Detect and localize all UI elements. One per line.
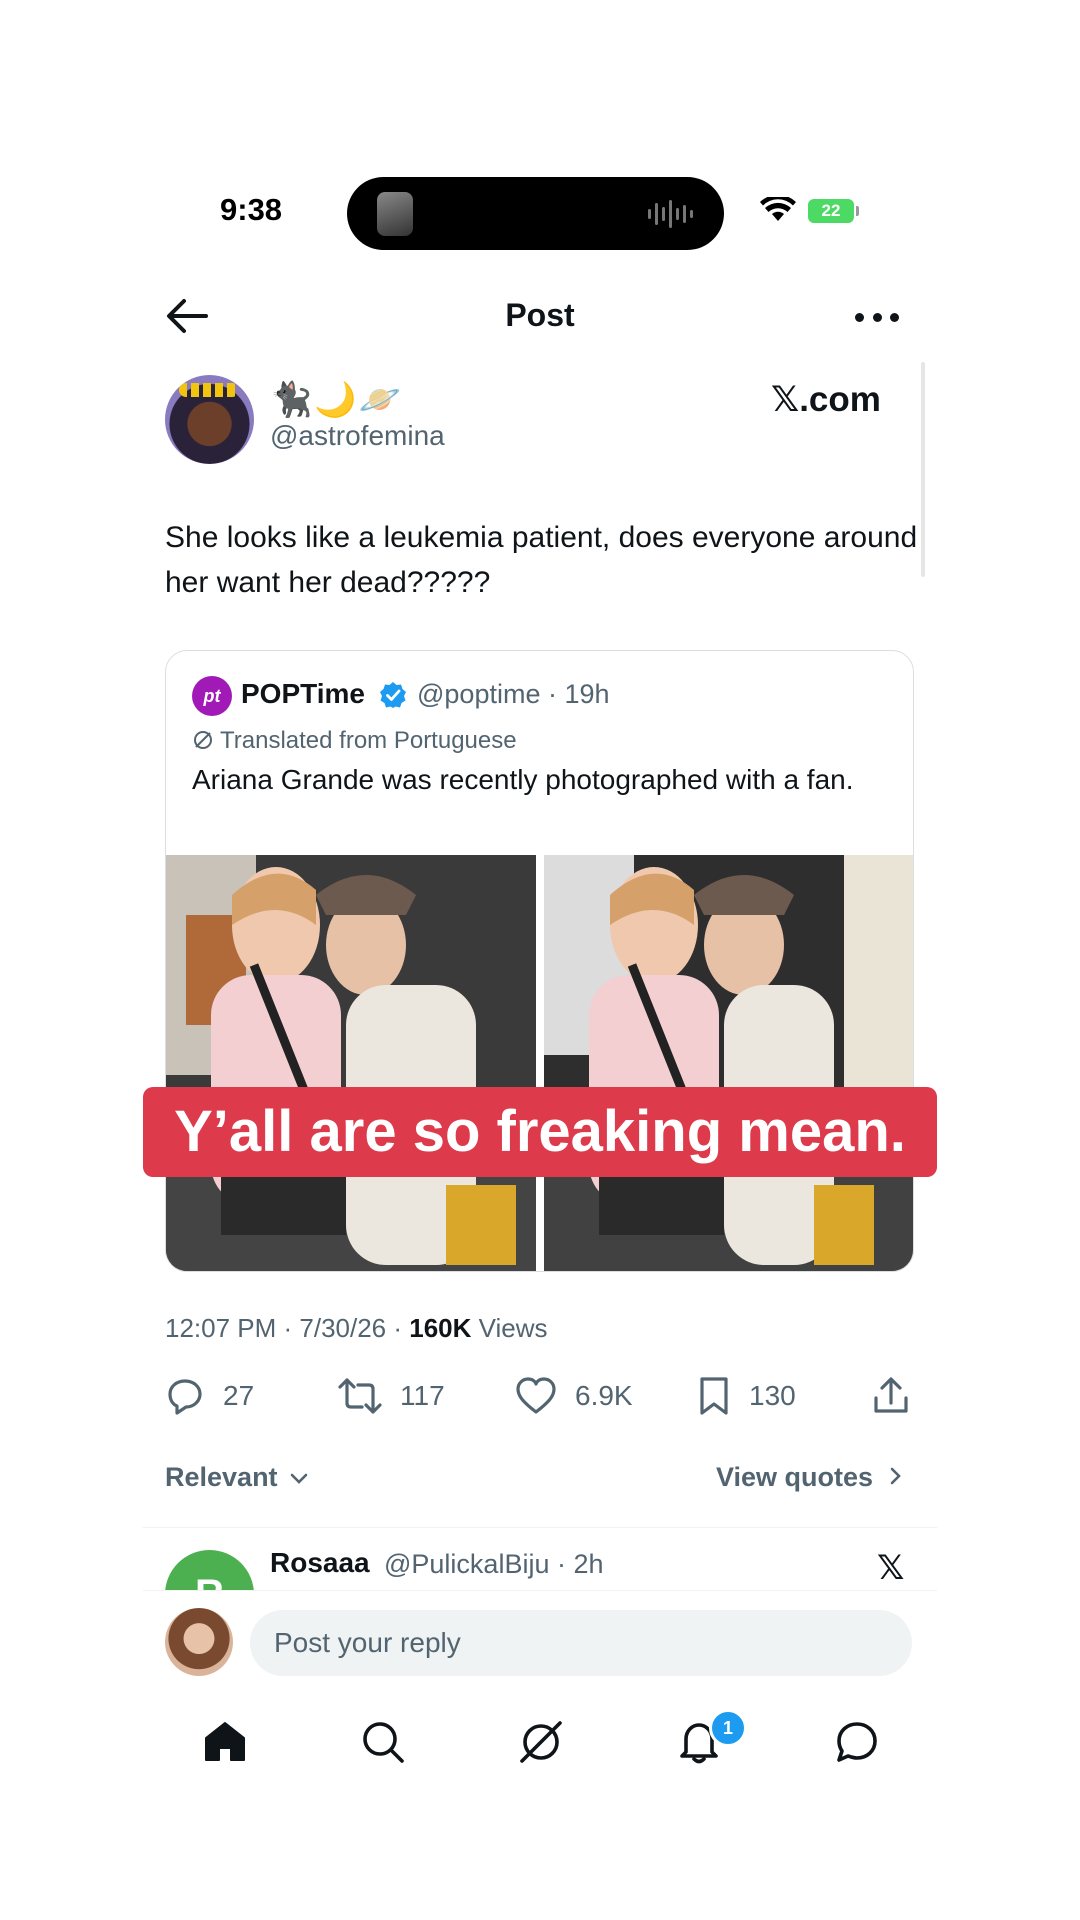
sort-label: Relevant <box>165 1462 278 1492</box>
views-count: 160K <box>409 1313 472 1343</box>
quoted-post-text: Ariana Grande was recently photographed … <box>192 764 854 795</box>
current-user-avatar[interactable] <box>165 1608 233 1676</box>
views-label: Views <box>471 1313 548 1343</box>
poptime-avatar[interactable]: pt <box>192 676 232 716</box>
view-quotes-link[interactable]: View quotes <box>716 1462 903 1493</box>
bookmark-count: 130 <box>749 1380 796 1411</box>
reply-author-meta: @PulickalBiju · 2h <box>384 1549 604 1579</box>
quoted-author-name[interactable]: POPTime <box>241 678 365 710</box>
repost-button[interactable]: 117 <box>338 1374 445 1418</box>
heart-icon <box>516 1377 556 1414</box>
x-logo-icon: 𝕏 <box>877 1549 905 1587</box>
battery-nub <box>856 206 859 216</box>
search-icon[interactable] <box>359 1718 407 1766</box>
notifications-badge: 1 <box>709 1709 747 1747</box>
now-playing-thumbnail <box>377 192 413 236</box>
reply-icon <box>168 1379 202 1415</box>
translation-note[interactable]: Translated from Portuguese <box>192 727 517 755</box>
view-quotes-label: View quotes <box>716 1462 874 1492</box>
quoted-photo-1[interactable] <box>166 855 536 1271</box>
divider <box>143 1590 937 1591</box>
reply-author-name[interactable]: Rosaaa <box>270 1547 370 1579</box>
messages-icon[interactable] <box>833 1718 881 1766</box>
reply-input[interactable] <box>250 1610 912 1676</box>
verified-badge-icon <box>380 682 406 708</box>
chevron-down-icon <box>290 1473 308 1484</box>
source-watermark: 𝕏.com <box>771 380 881 419</box>
post-timestamp-views[interactable]: 12:07 PM · 7/30/26 · 160K Views <box>165 1313 548 1344</box>
audio-waveform-icon <box>648 197 694 231</box>
bookmark-icon <box>700 1377 728 1415</box>
reply-author-avatar[interactable]: R <box>165 1550 254 1590</box>
bookmark-button[interactable]: 130 <box>697 1374 796 1418</box>
quoted-post-card[interactable]: pt POPTime @poptime · 19h Translated fro… <box>165 650 914 1272</box>
like-count: 6.9K <box>575 1380 633 1411</box>
post-text: She looks like a leukemia patient, does … <box>165 521 918 599</box>
share-button[interactable] <box>872 1374 910 1418</box>
translation-label: Translated from Portuguese <box>220 727 517 754</box>
dynamic-island[interactable] <box>347 177 724 250</box>
sort-relevant-dropdown[interactable]: Relevant <box>165 1462 309 1493</box>
battery-icon: 22 <box>808 199 854 223</box>
quoted-author-meta: @poptime · 19h <box>417 679 610 709</box>
share-icon <box>874 1377 908 1413</box>
grok-icon[interactable] <box>517 1718 565 1766</box>
divider <box>143 1527 937 1528</box>
reply-button[interactable]: 27 <box>165 1374 254 1418</box>
reply-avatar-letter: R <box>165 1550 254 1590</box>
quoted-photo-2[interactable] <box>544 855 913 1271</box>
more-options-icon[interactable] <box>855 302 899 332</box>
reply-count: 27 <box>223 1380 255 1411</box>
like-button[interactable]: 6.9K <box>515 1374 633 1418</box>
repost-count: 117 <box>400 1380 445 1411</box>
video-caption: Y’all are so freaking mean. <box>143 1087 937 1177</box>
page-title: Post <box>505 297 575 333</box>
home-icon[interactable] <box>201 1718 249 1766</box>
author-handle[interactable]: @astrofemina <box>270 420 445 452</box>
wifi-icon <box>760 197 796 221</box>
status-time: 9:38 <box>220 192 283 227</box>
post-timestamp: 12:07 PM · 7/30/26 · <box>165 1313 410 1343</box>
repost-icon <box>338 1378 382 1414</box>
chevron-right-icon <box>890 1467 901 1485</box>
translate-icon <box>194 731 212 749</box>
author-avatar[interactable] <box>165 375 254 464</box>
author-name[interactable]: 🐈‍⬛🌙🪐 <box>270 380 403 420</box>
